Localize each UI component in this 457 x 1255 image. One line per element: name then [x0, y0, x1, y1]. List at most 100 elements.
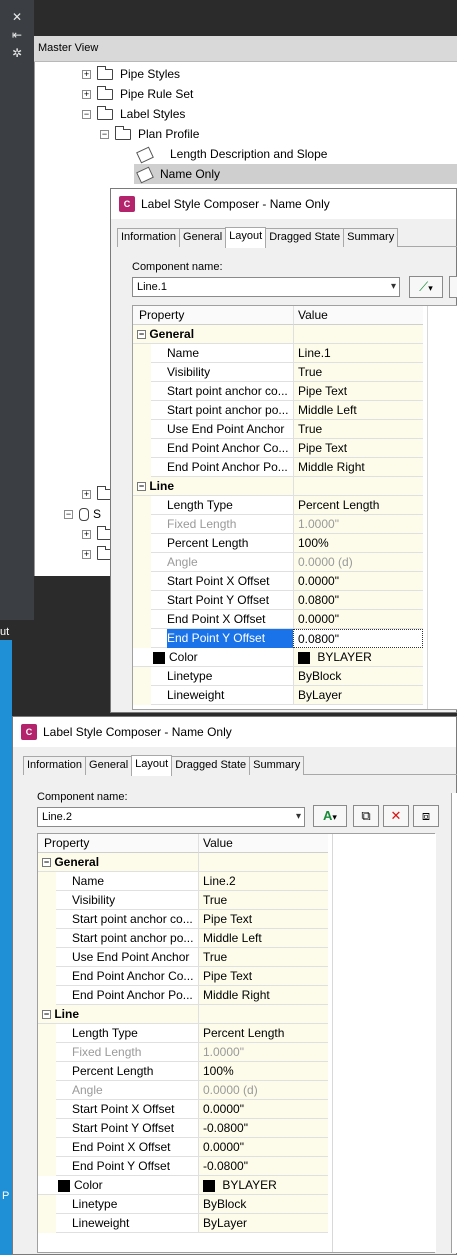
- property-row[interactable]: Start point anchor po... Middle Left: [38, 929, 328, 948]
- value-cell[interactable]: Pipe Text: [293, 382, 423, 401]
- property-row[interactable]: End Point X Offset 0.0000": [38, 1138, 328, 1157]
- property-row[interactable]: Linetype ByBlock: [38, 1195, 328, 1214]
- value-cell[interactable]: 0.0800": [293, 629, 423, 648]
- category-general[interactable]: − General: [38, 853, 328, 872]
- property-row[interactable]: Start point anchor co... Pipe Text: [38, 910, 328, 929]
- value-cell[interactable]: Line.2: [198, 872, 328, 891]
- collapse-icon[interactable]: −: [64, 510, 73, 520]
- property-row[interactable]: End Point Y Offset -0.0800": [38, 1157, 328, 1176]
- collapse-icon[interactable]: −: [82, 110, 91, 120]
- value-cell[interactable]: True: [198, 948, 328, 967]
- value-cell[interactable]: True: [198, 891, 328, 910]
- property-row[interactable]: Color BYLAYER: [133, 648, 423, 667]
- grid-header-row[interactable]: Property Value: [38, 834, 328, 853]
- expand-icon[interactable]: +: [82, 90, 91, 100]
- property-row[interactable]: Length Type Percent Length: [133, 496, 423, 515]
- property-row[interactable]: Percent Length 100%: [133, 534, 423, 553]
- value-cell[interactable]: 100%: [293, 534, 423, 553]
- value-cell[interactable]: [293, 477, 423, 496]
- collapse-icon[interactable]: −: [42, 1010, 51, 1020]
- category-general[interactable]: − General: [133, 325, 423, 344]
- tab-general[interactable]: General: [85, 756, 133, 775]
- value-cell[interactable]: -0.0800": [198, 1119, 328, 1138]
- property-row[interactable]: Lineweight ByLayer: [133, 686, 423, 705]
- property-row[interactable]: End Point X Offset 0.0000": [133, 610, 423, 629]
- property-row[interactable]: Use End Point Anchor True: [133, 420, 423, 439]
- properties-icon[interactable]: ✲: [10, 46, 24, 60]
- property-row[interactable]: Start Point Y Offset 0.0800": [133, 591, 423, 610]
- value-cell[interactable]: Pipe Text: [293, 439, 423, 458]
- value-cell[interactable]: ByLayer: [198, 1214, 328, 1233]
- property-row[interactable]: Visibility True: [38, 891, 328, 910]
- grid-header-row[interactable]: Property Value: [133, 306, 423, 325]
- value-cell[interactable]: BYLAYER: [198, 1176, 328, 1195]
- tab-layout[interactable]: Layout: [131, 755, 173, 776]
- property-row[interactable]: Start Point X Offset 0.0000": [133, 572, 423, 591]
- dialog-title-bar[interactable]: C Label Style Composer - Name Only: [111, 189, 456, 219]
- tab-layout[interactable]: Layout: [225, 227, 267, 248]
- property-row[interactable]: Fixed Length 1.0000": [133, 515, 423, 534]
- tab-information[interactable]: Information: [23, 756, 87, 775]
- value-cell[interactable]: ByBlock: [198, 1195, 328, 1214]
- collapse-icon[interactable]: −: [137, 330, 146, 340]
- value-cell[interactable]: -0.0800": [198, 1157, 328, 1176]
- value-cell[interactable]: Middle Left: [293, 401, 423, 420]
- value-cell[interactable]: Pipe Text: [198, 910, 328, 929]
- value-cell[interactable]: Line.1: [293, 344, 423, 363]
- value-cell[interactable]: 0.0000": [198, 1100, 328, 1119]
- copy-component-button[interactable]: [449, 276, 457, 298]
- value-cell[interactable]: Middle Left: [198, 929, 328, 948]
- add-component-button[interactable]: ⟋▾: [409, 276, 443, 298]
- property-row[interactable]: End Point Y Offset 0.0800": [133, 629, 423, 648]
- value-cell[interactable]: Pipe Text: [198, 967, 328, 986]
- value-cell[interactable]: 0.0000": [198, 1138, 328, 1157]
- close-icon[interactable]: ✕: [10, 10, 24, 24]
- value-cell[interactable]: [198, 853, 328, 872]
- draw-order-button[interactable]: ⧈: [413, 805, 439, 827]
- value-cell[interactable]: [198, 1005, 328, 1024]
- value-cell[interactable]: 100%: [198, 1062, 328, 1081]
- value-cell[interactable]: 0.0000": [293, 572, 423, 591]
- property-row[interactable]: Percent Length 100%: [38, 1062, 328, 1081]
- value-cell[interactable]: Middle Right: [293, 458, 423, 477]
- copy-component-button[interactable]: ⧉: [353, 805, 379, 827]
- collapse-icon[interactable]: −: [42, 858, 51, 868]
- tree-item-plan-profile[interactable]: − Plan Profile: [100, 124, 199, 144]
- value-cell[interactable]: Value: [198, 834, 328, 853]
- tab-summary[interactable]: Summary: [249, 756, 305, 775]
- tab-general[interactable]: General: [179, 228, 227, 247]
- property-row[interactable]: Start Point Y Offset -0.0800": [38, 1119, 328, 1138]
- property-row[interactable]: End Point Anchor Co... Pipe Text: [133, 439, 423, 458]
- expand-icon[interactable]: +: [82, 490, 91, 500]
- property-row[interactable]: Angle 0.0000 (d): [38, 1081, 328, 1100]
- pin-icon[interactable]: ⇤: [10, 28, 24, 42]
- tab-dragged-state[interactable]: Dragged State: [171, 756, 251, 775]
- collapse-icon[interactable]: −: [100, 130, 109, 140]
- property-row[interactable]: Lineweight ByLayer: [38, 1214, 328, 1233]
- value-cell[interactable]: True: [293, 420, 423, 439]
- value-cell[interactable]: 1.0000": [198, 1043, 328, 1062]
- tree-item-name-only[interactable]: Name Only: [134, 164, 457, 184]
- value-cell[interactable]: Percent Length: [293, 496, 423, 515]
- category-line[interactable]: − Line: [133, 477, 423, 496]
- value-cell[interactable]: 0.0800": [293, 591, 423, 610]
- property-row[interactable]: Color BYLAYER: [38, 1176, 328, 1195]
- tab-information[interactable]: Information: [117, 228, 181, 247]
- property-row[interactable]: End Point Anchor Co... Pipe Text: [38, 967, 328, 986]
- component-name-select[interactable]: Line.2 ▾: [37, 807, 305, 827]
- tab-summary[interactable]: Summary: [343, 228, 399, 247]
- property-row[interactable]: Visibility True: [133, 363, 423, 382]
- property-row[interactable]: Use End Point Anchor True: [38, 948, 328, 967]
- add-component-button[interactable]: A▾: [313, 805, 347, 827]
- dialog-title-bar[interactable]: C Label Style Composer - Name Only: [13, 717, 456, 747]
- property-row[interactable]: Name Line.2: [38, 872, 328, 891]
- component-name-select[interactable]: Line.1 ▾: [132, 277, 400, 297]
- value-cell[interactable]: BYLAYER: [293, 648, 423, 667]
- expand-icon[interactable]: +: [82, 550, 91, 560]
- property-row[interactable]: End Point Anchor Po... Middle Right: [38, 986, 328, 1005]
- value-cell[interactable]: Middle Right: [198, 986, 328, 1005]
- value-cell[interactable]: 0.0000 (d): [198, 1081, 328, 1100]
- value-cell[interactable]: ByLayer: [293, 686, 423, 705]
- value-cell[interactable]: 0.0000 (d): [293, 553, 423, 572]
- value-cell[interactable]: Value: [293, 306, 423, 325]
